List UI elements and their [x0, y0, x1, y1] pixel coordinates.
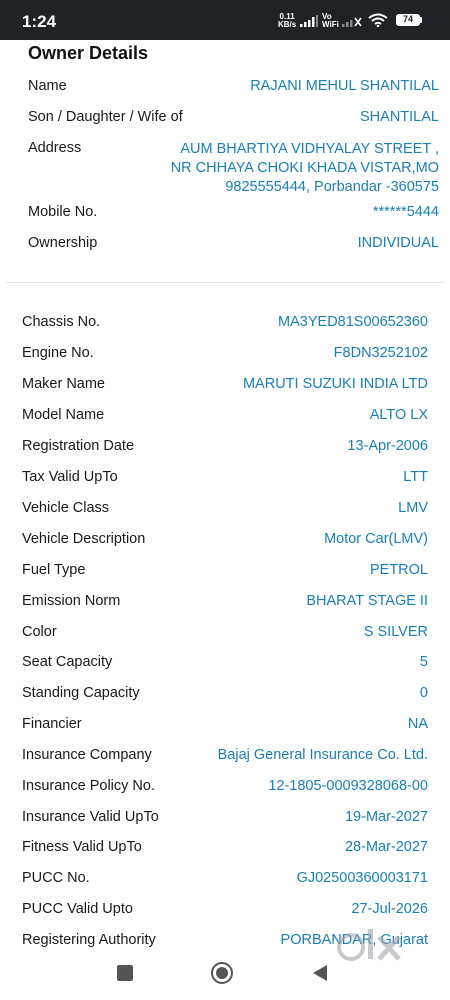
emission-norm-value: BHARAT STAGE II: [306, 593, 428, 609]
tax-valid-value: LTT: [403, 469, 428, 485]
fitness-valid-label: Fitness Valid UpTo: [22, 839, 142, 855]
registration-date-value: 13-Apr-2006: [347, 438, 428, 454]
model-value: ALTO LX: [369, 407, 428, 423]
vehicle-row-financier: Financier NA: [22, 716, 428, 732]
maker-value: MARUTI SUZUKI INDIA LTD: [242, 376, 428, 392]
chassis-label: Chassis No.: [22, 314, 101, 330]
insurance-valid-value: 19-Mar-2027: [344, 809, 428, 825]
vehicle-row-insurance-company: Insurance Company Bajaj General Insuranc…: [22, 747, 428, 763]
registering-authority-label: Registering Authority: [22, 932, 156, 948]
owner-row-relation: Son / Daughter / Wife of SHANTILAL: [28, 109, 439, 125]
battery-tip: [420, 17, 422, 23]
financier-label: Financier: [22, 716, 82, 732]
section-divider: [6, 282, 444, 283]
mobile-label: Mobile No.: [28, 204, 98, 220]
vehicle-class-label: Vehicle Class: [22, 500, 110, 516]
owner-row-name: Name RAJANI MEHUL SHANTILAL: [28, 78, 439, 94]
vehicle-row-tax-valid: Tax Valid UpTo LTT: [22, 469, 428, 485]
vehicle-row-engine: Engine No. F8DN3252102: [22, 345, 428, 361]
seat-capacity-label: Seat Capacity: [22, 654, 113, 670]
vowifi-bottom: WiFi: [322, 20, 339, 29]
fuel-type-value: PETROL: [369, 562, 428, 578]
chassis-value: MA3YED81S00652360: [278, 314, 428, 330]
financier-value: NA: [407, 716, 428, 732]
ownership-label: Ownership: [28, 235, 98, 251]
home-button[interactable]: [211, 962, 233, 984]
owner-name-label: Name: [28, 78, 67, 94]
vehicle-row-model: Model Name ALTO LX: [22, 407, 428, 423]
engine-label: Engine No.: [22, 345, 94, 361]
vehicle-row-seat-capacity: Seat Capacity 5: [22, 654, 428, 670]
status-bar: 1:24 0.11 KB/s Vo WiFi 74: [0, 0, 450, 40]
vehicle-row-fuel: Fuel Type PETROL: [22, 562, 428, 578]
vehicle-row-class: Vehicle Class LMV: [22, 500, 428, 516]
vehicle-row-description: Vehicle Description Motor Car(LMV): [22, 531, 428, 547]
vehicle-row-insurance-policy: Insurance Policy No. 12-1805-0009328068-…: [22, 778, 428, 794]
tax-valid-label: Tax Valid UpTo: [22, 469, 118, 485]
back-button[interactable]: [312, 964, 328, 987]
insurance-policy-label: Insurance Policy No.: [22, 778, 155, 794]
pucc-valid-value: 27-Jul-2026: [351, 901, 428, 917]
insurance-company-label: Insurance Company: [22, 747, 152, 763]
relation-label: Son / Daughter / Wife of: [28, 109, 183, 125]
standing-capacity-label: Standing Capacity: [22, 685, 140, 701]
owner-row-ownership: Ownership INDIVIDUAL: [28, 235, 439, 251]
pucc-no-label: PUCC No.: [22, 870, 90, 886]
insurance-policy-value: 12-1805-0009328068-00: [268, 778, 428, 794]
vehicle-description-value: Motor Car(LMV): [324, 531, 428, 547]
address-label: Address: [28, 140, 82, 156]
olx-watermark-logo: [333, 925, 413, 977]
standing-capacity-value: 0: [419, 685, 428, 701]
cell-signal-no-service-icon: [342, 14, 362, 32]
emission-norm-label: Emission Norm: [22, 593, 121, 609]
seat-capacity-value: 5: [419, 654, 428, 670]
network-speed-unit: KB/s: [278, 20, 297, 29]
vehicle-row-maker: Maker Name MARUTI SUZUKI INDIA LTD: [22, 376, 428, 392]
vowifi-indicator: Vo WiFi: [322, 13, 339, 29]
owner-row-address: Address AUM BHARTIYA VIDHYALAY STREET , …: [28, 140, 439, 197]
address-value: AUM BHARTIYA VIDHYALAY STREET , NR CHHAY…: [170, 141, 439, 195]
vehicle-description-label: Vehicle Description: [22, 531, 146, 547]
vehicle-row-emission: Emission Norm BHARAT STAGE II: [22, 593, 428, 609]
registration-date-label: Registration Date: [22, 438, 135, 454]
battery-icon: 74: [396, 14, 420, 26]
maker-label: Maker Name: [22, 376, 105, 392]
cell-signal-icon: [300, 14, 318, 32]
color-value: S SILVER: [363, 624, 428, 640]
ownership-value: INDIVIDUAL: [357, 235, 439, 251]
insurance-valid-label: Insurance Valid UpTo: [22, 809, 159, 825]
fitness-valid-value: 28-Mar-2027: [344, 839, 428, 855]
model-label: Model Name: [22, 407, 105, 423]
owner-row-mobile: Mobile No. ******5444: [28, 204, 439, 220]
fuel-type-label: Fuel Type: [22, 562, 86, 578]
vehicle-row-fitness-valid: Fitness Valid UpTo 28-Mar-2027: [22, 839, 428, 855]
vehicle-row-registration-date: Registration Date 13-Apr-2006: [22, 438, 428, 454]
pucc-no-value: GJ02500360003171: [296, 870, 428, 886]
color-label: Color: [22, 624, 57, 640]
wifi-icon: [368, 13, 388, 32]
owner-name-value: RAJANI MEHUL SHANTILAL: [250, 78, 439, 94]
status-time: 1:24: [22, 12, 57, 31]
engine-value: F8DN3252102: [333, 345, 428, 361]
vehicle-row-pucc-no: PUCC No. GJ02500360003171: [22, 870, 428, 886]
pucc-valid-label: PUCC Valid Upto: [22, 901, 133, 917]
insurance-company-value: Bajaj General Insurance Co. Ltd.: [217, 747, 428, 763]
vehicle-class-value: LMV: [398, 500, 428, 516]
vehicle-row-insurance-valid: Insurance Valid UpTo 19-Mar-2027: [22, 809, 428, 825]
recents-button[interactable]: [117, 965, 133, 981]
vehicle-row-pucc-valid: PUCC Valid Upto 27-Jul-2026: [22, 901, 428, 917]
mobile-value: ******5444: [372, 204, 439, 220]
network-speed: 0.11 KB/s: [278, 13, 296, 29]
relation-value: SHANTILAL: [360, 109, 439, 125]
owner-details-title: Owner Details: [28, 43, 149, 63]
vehicle-row-chassis: Chassis No. MA3YED81S00652360: [22, 314, 428, 330]
vehicle-row-standing-capacity: Standing Capacity 0: [22, 685, 428, 701]
vehicle-row-color: Color S SILVER: [22, 624, 428, 640]
